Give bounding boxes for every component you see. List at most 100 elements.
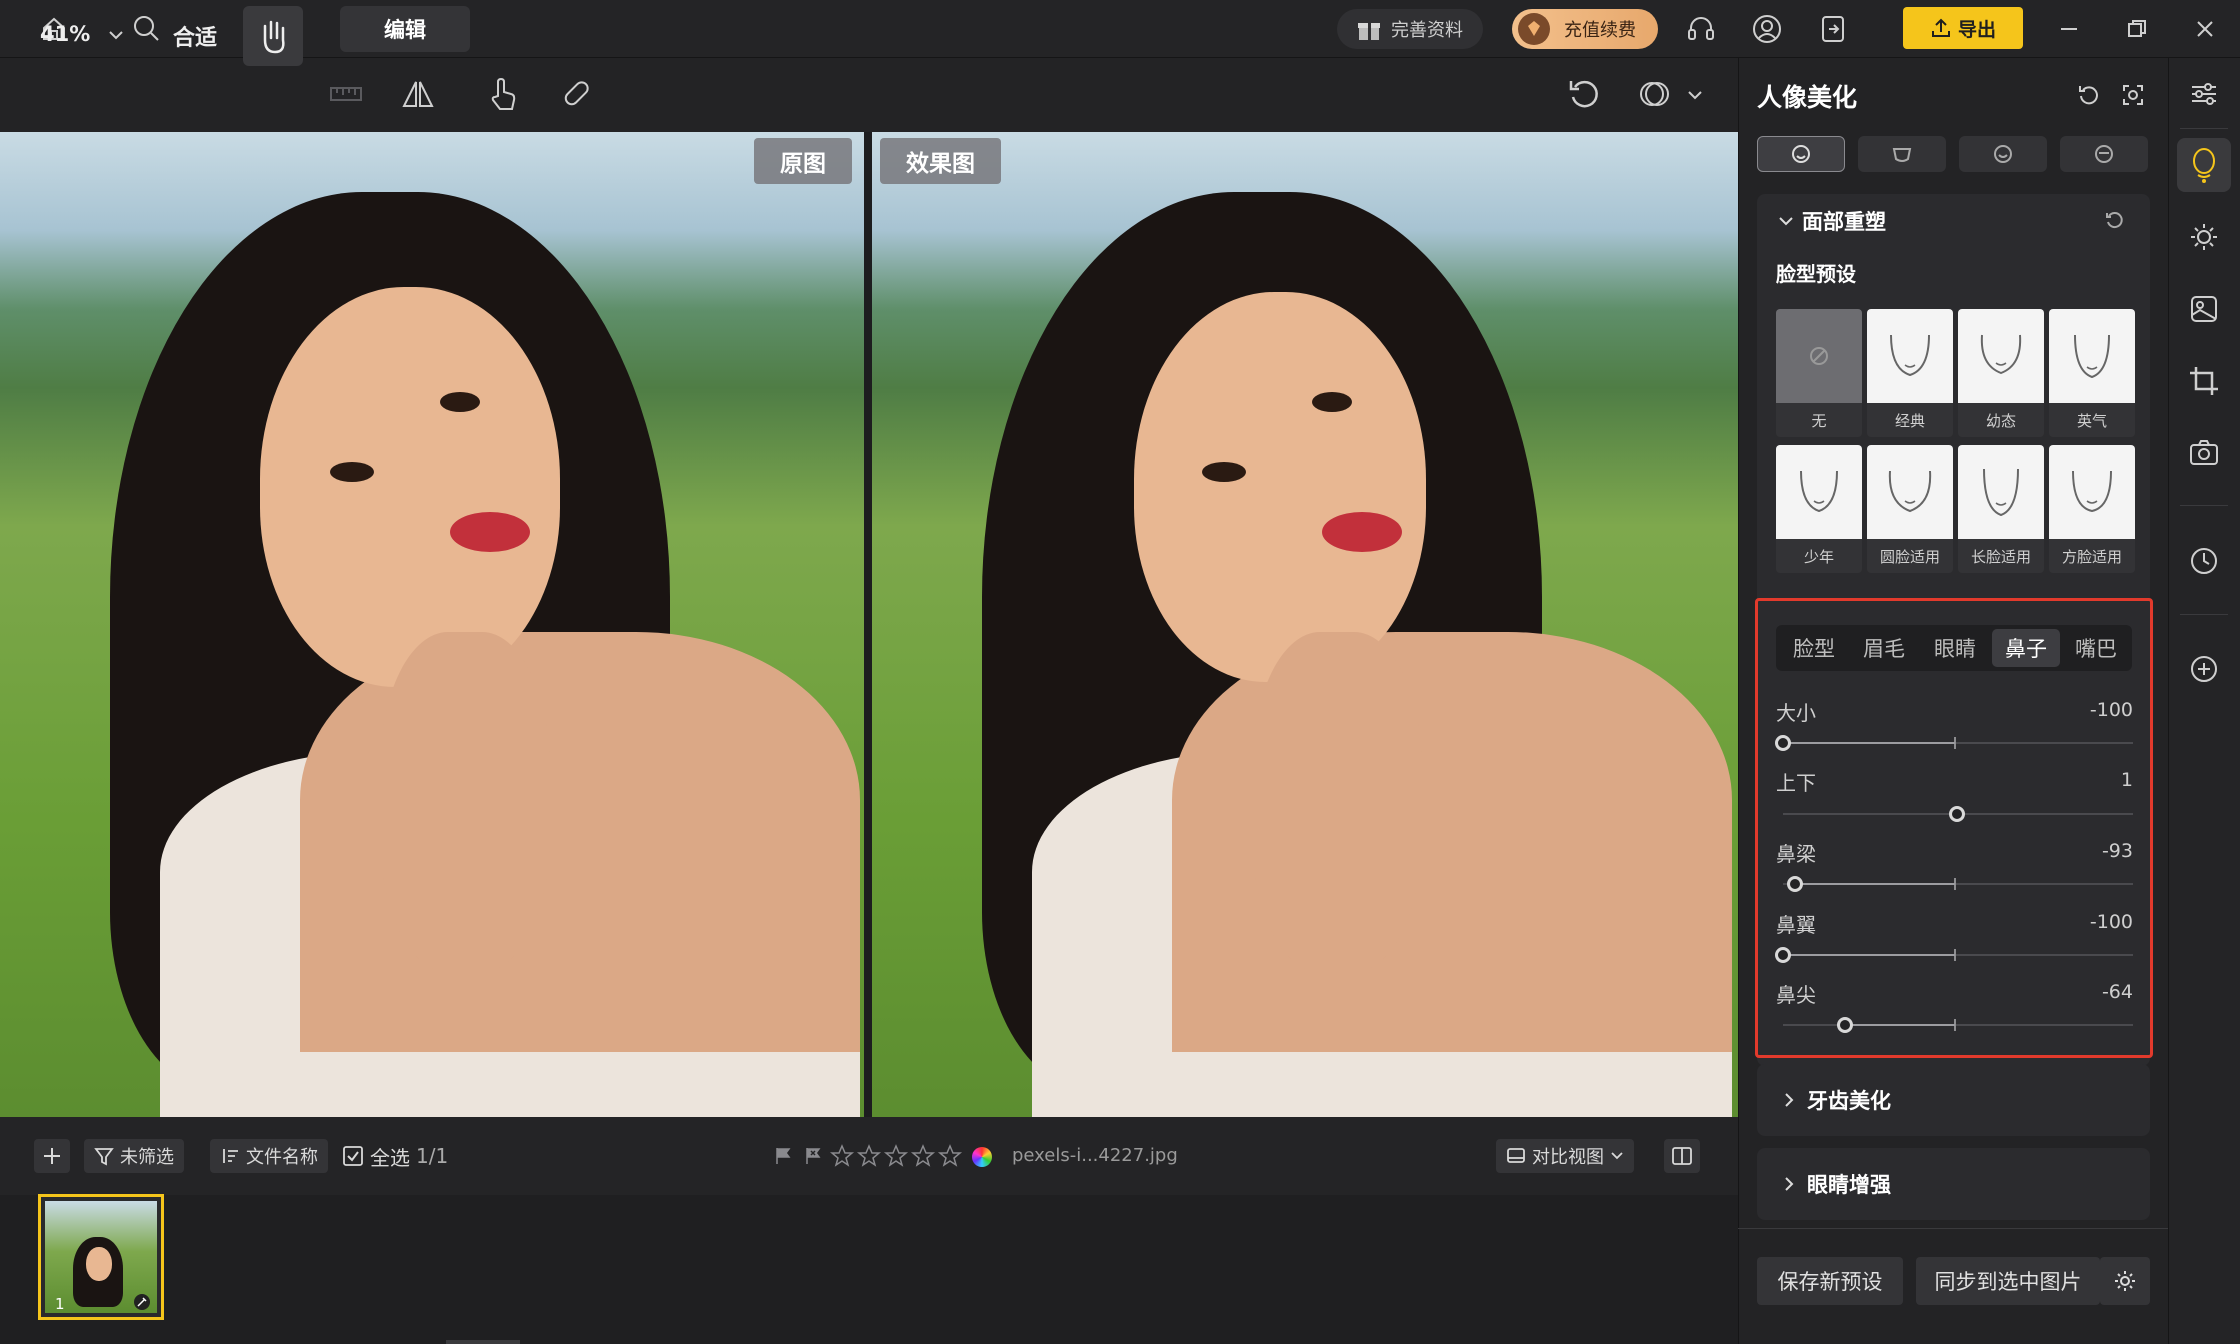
- preset-boyish[interactable]: 少年: [1776, 445, 1862, 573]
- tip-slider-knob[interactable]: [1836, 1017, 1853, 1033]
- tab-mouth[interactable]: 嘴巴: [2062, 629, 2130, 667]
- fit-button[interactable]: 合适: [173, 20, 217, 52]
- export-button[interactable]: 导出: [1903, 7, 2023, 49]
- eye-enhance-section[interactable]: 眼睛增强: [1757, 1148, 2150, 1220]
- crop-icon[interactable]: [2177, 354, 2231, 408]
- face-detect-icon[interactable]: [2118, 80, 2148, 110]
- size-slider-value: -100: [2089, 699, 2133, 721]
- tip-slider-fill: [1844, 1024, 1955, 1026]
- recharge-button[interactable]: 充值续费: [1512, 9, 1658, 49]
- split-view-button[interactable]: [1664, 1139, 1700, 1173]
- preset-label: 无: [1811, 411, 1827, 430]
- result-label: 效果图: [880, 138, 1001, 184]
- file-name: pexels-i...4227.jpg: [1012, 1145, 1178, 1166]
- tab-face-reshape[interactable]: [1757, 136, 1845, 172]
- tab-eyebrows[interactable]: 眉毛: [1850, 629, 1918, 667]
- face-reshape-header[interactable]: 面部重塑: [1778, 206, 1886, 236]
- search-icon[interactable]: [128, 10, 164, 46]
- flag-icon[interactable]: [770, 1143, 796, 1169]
- light-icon[interactable]: [2177, 210, 2231, 264]
- flip-icon[interactable]: [396, 72, 440, 116]
- bridge-slider-knob[interactable]: [1787, 876, 1804, 892]
- tab-makeup[interactable]: [2060, 136, 2148, 172]
- recharge-label: 充值续费: [1564, 20, 1636, 41]
- overlay-icon[interactable]: [1632, 72, 1676, 116]
- compare-view-select[interactable]: 对比视图: [1496, 1139, 1634, 1173]
- settings-button[interactable]: [2100, 1257, 2150, 1305]
- face-shape-icon: [2074, 334, 2110, 379]
- hand-tool-button[interactable]: [243, 6, 303, 66]
- skin-icon: [1892, 148, 1912, 162]
- chevron-down-icon[interactable]: [1682, 82, 1708, 108]
- headset-icon[interactable]: [1682, 10, 1720, 48]
- camera-icon[interactable]: [2177, 426, 2231, 480]
- tab-eyes[interactable]: 眼睛: [1921, 629, 1989, 667]
- add-tool-icon[interactable]: [2177, 642, 2231, 696]
- sync-selected-button[interactable]: 同步到选中图片: [1916, 1257, 2100, 1305]
- size-slider-fill: [1783, 742, 1955, 744]
- reject-flag-icon[interactable]: [800, 1143, 826, 1169]
- scroll-indicator[interactable]: [446, 1340, 520, 1344]
- wing-slider-fill: [1783, 954, 1955, 956]
- touch-icon[interactable]: [480, 72, 524, 116]
- wing-slider-knob[interactable]: [1775, 947, 1791, 963]
- adjust-icon[interactable]: [2177, 67, 2231, 121]
- minimize-icon[interactable]: [2052, 12, 2086, 46]
- star-rating[interactable]: [830, 1143, 970, 1169]
- zoom-select[interactable]: 41%: [40, 22, 124, 46]
- split-view-icon: [1672, 1147, 1692, 1165]
- makeup-icon: [2095, 145, 2113, 163]
- image-edit-icon[interactable]: [2177, 282, 2231, 336]
- ruler-icon[interactable]: [324, 72, 368, 116]
- close-icon[interactable]: [2188, 12, 2222, 46]
- gear-icon: [2115, 1271, 2135, 1291]
- section-reset-icon[interactable]: [2100, 206, 2130, 236]
- plus-icon: [44, 1148, 60, 1164]
- none-icon: [1810, 347, 1828, 365]
- preset-heading: 脸型预设: [1776, 262, 1856, 286]
- filter-button[interactable]: 未筛选: [84, 1139, 184, 1173]
- preset-youthful[interactable]: 幼态: [1958, 309, 2044, 437]
- tab-expression[interactable]: [1959, 136, 2047, 172]
- tab-edit[interactable]: 编辑: [340, 6, 470, 52]
- add-button[interactable]: [34, 1139, 70, 1173]
- size-slider-knob[interactable]: [1775, 735, 1791, 751]
- preset-none[interactable]: 无: [1776, 309, 1862, 437]
- teeth-section[interactable]: 牙齿美化: [1757, 1064, 2150, 1136]
- undo-icon[interactable]: [1562, 72, 1606, 116]
- thumbnail-index: 1: [55, 1295, 65, 1313]
- user-icon[interactable]: [1748, 10, 1786, 48]
- preset-long-face[interactable]: 长脸适用: [1958, 445, 2044, 573]
- rail-divider: [2180, 614, 2228, 615]
- save-preset-button[interactable]: 保存新预设: [1757, 1257, 1903, 1305]
- vertical-slider-knob[interactable]: [1948, 806, 1965, 822]
- tab-face-shape[interactable]: 脸型: [1780, 629, 1848, 667]
- complete-profile-button[interactable]: 完善资料: [1337, 9, 1483, 49]
- edited-icon: [134, 1294, 150, 1310]
- preset-classic[interactable]: 经典: [1867, 309, 1953, 437]
- import-icon[interactable]: [1814, 10, 1852, 48]
- tab-nose[interactable]: 鼻子: [1992, 629, 2060, 667]
- eye-enhance-section-title: 眼睛增强: [1807, 1173, 1891, 1197]
- preset-square-face[interactable]: 方脸适用: [2049, 445, 2135, 573]
- restore-icon[interactable]: [2120, 12, 2154, 46]
- preset-round-face[interactable]: 圆脸适用: [1867, 445, 1953, 573]
- portrait-beauty-icon[interactable]: [2177, 138, 2231, 192]
- eraser-icon[interactable]: [554, 72, 598, 116]
- reset-icon[interactable]: [2074, 80, 2104, 110]
- tip-slider-track[interactable]: [1783, 1024, 2133, 1026]
- original-label: 原图: [754, 138, 852, 184]
- panel-title: 人像美化: [1757, 83, 1858, 112]
- preset-label: 长脸适用: [1970, 547, 2031, 566]
- select-all-checkbox[interactable]: 全选 1/1: [338, 1139, 452, 1173]
- wing-slider-value: -100: [2089, 911, 2133, 933]
- face-reshape-title: 面部重塑: [1802, 210, 1886, 234]
- compare-divider[interactable]: [864, 132, 872, 1117]
- thumbnail[interactable]: 1: [38, 1194, 164, 1320]
- complete-profile-label: 完善资料: [1391, 20, 1463, 41]
- tab-skin[interactable]: [1858, 136, 1946, 172]
- color-label-icon[interactable]: [970, 1145, 994, 1169]
- history-icon[interactable]: [2177, 534, 2231, 588]
- sort-button[interactable]: 文件名称: [210, 1139, 328, 1173]
- preset-heroic[interactable]: 英气: [2049, 309, 2135, 437]
